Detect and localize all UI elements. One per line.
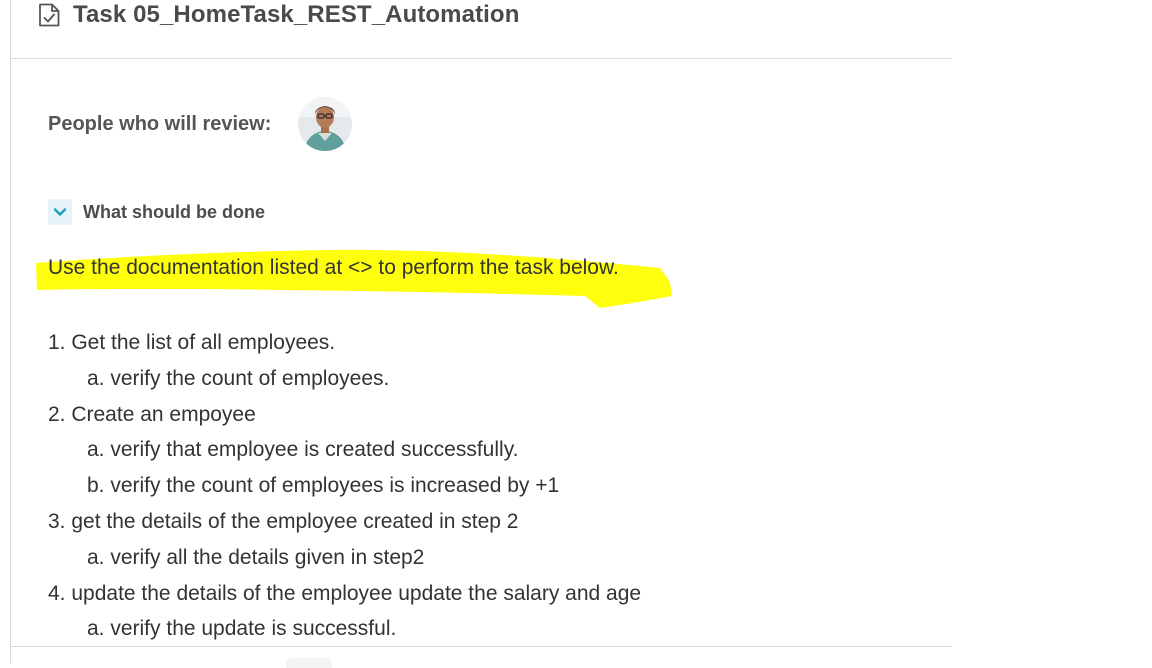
section-toggle[interactable]: What should be done — [48, 199, 265, 225]
substep-item: a. verify all the details given in step2 — [87, 545, 425, 569]
task-title: Task 05_HomeTask_REST_Automation — [73, 1, 520, 28]
reviewer-avatar[interactable] — [298, 97, 353, 151]
intro-text: Use the documentation listed at <> to pe… — [48, 256, 619, 279]
task-header: Task 05_HomeTask_REST_Automation — [38, 0, 519, 30]
scroll-hint — [286, 658, 332, 668]
chevron-down-icon[interactable] — [48, 199, 72, 225]
document-check-icon — [39, 3, 60, 27]
substep-item: a. verify the update is successful. — [87, 617, 397, 641]
reviewers-label: People who will review: — [48, 112, 272, 135]
header-divider — [11, 58, 952, 59]
reviewers-row: People who will review: — [48, 96, 353, 152]
substep-item: b. verify the count of employees is incr… — [87, 474, 560, 498]
step-item: 1. Get the list of all employees. — [48, 331, 336, 354]
substep-item: a. verify that employee is created succe… — [87, 438, 519, 462]
step-item: 3. get the details of the employee creat… — [48, 509, 519, 533]
section-title: What should be done — [83, 201, 265, 222]
bottom-divider — [11, 646, 952, 647]
step-item: 2. Create an empoyee — [48, 402, 256, 426]
steps-list: 1. Get the list of all employees. a. ver… — [48, 325, 641, 647]
step-item: 4. update the details of the employee up… — [48, 581, 642, 605]
substep-item: a. verify the count of employees. — [87, 366, 390, 390]
